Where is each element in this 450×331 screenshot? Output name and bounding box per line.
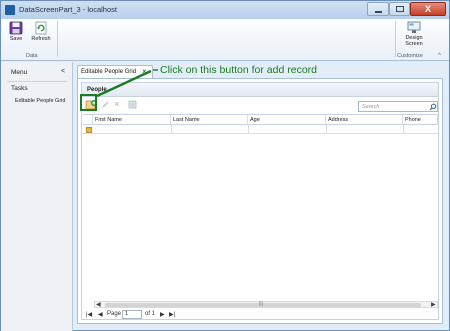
callout-pointer	[96, 69, 158, 98]
app-window: DataScreenPart_3 - localhost X Save Refr…	[0, 0, 450, 331]
annotation-text: Click on this button for add record	[160, 64, 317, 76]
